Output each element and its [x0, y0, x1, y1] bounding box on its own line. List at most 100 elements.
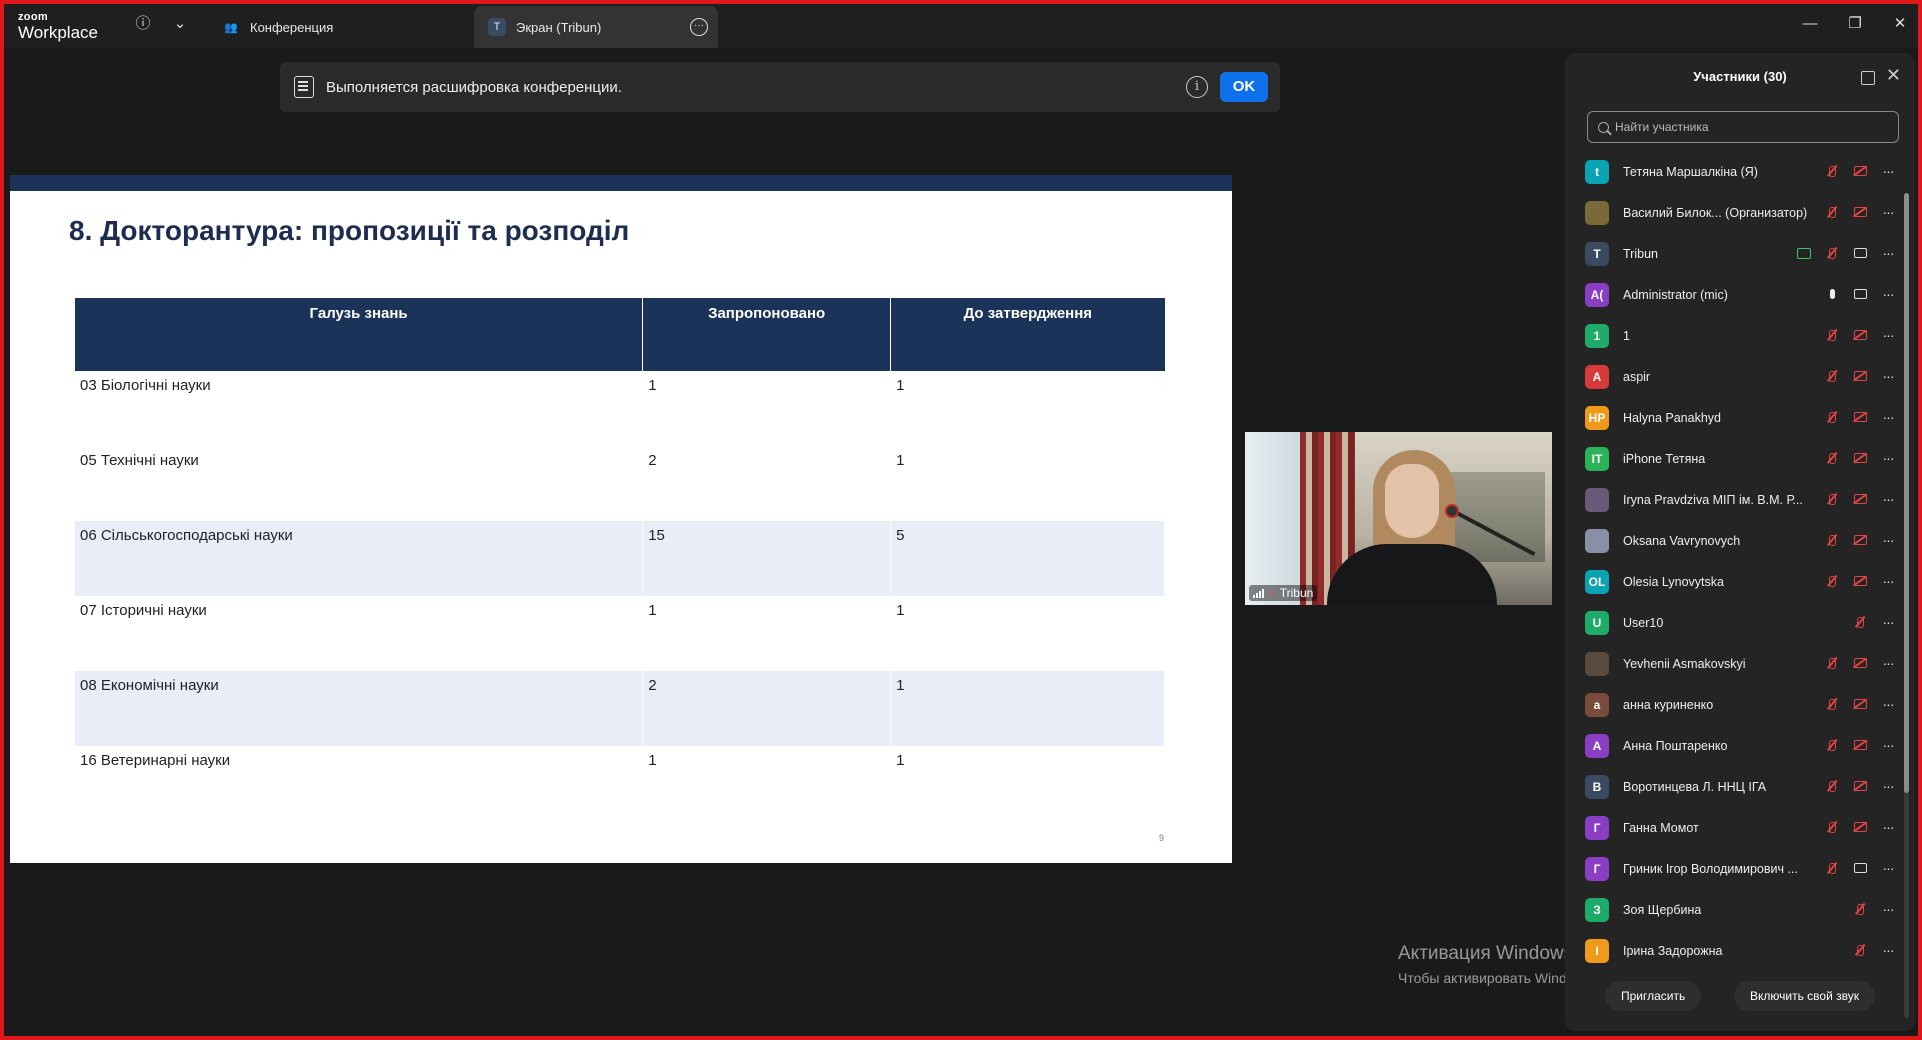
participant-status-icons: ··· [1795, 368, 1897, 384]
mic-muted-icon [1823, 204, 1841, 220]
participant-row[interactable]: І Ірина Задорожна ··· [1565, 930, 1903, 971]
participant-row[interactable]: U User10 ··· [1565, 602, 1903, 643]
participant-name: 1 [1623, 328, 1630, 343]
avatar: a [1585, 692, 1609, 717]
more-icon[interactable]: ··· [1879, 901, 1897, 917]
avatar: 1 [1585, 323, 1609, 348]
participant-status-icons: ··· [1795, 532, 1897, 548]
participant-row[interactable]: a анна куриненко ··· [1565, 684, 1903, 725]
more-icon[interactable]: ··· [1879, 778, 1897, 794]
more-icon[interactable]: ··· [1879, 942, 1897, 958]
participant-row[interactable]: 1 1 ··· [1565, 315, 1903, 356]
chevron-down-icon[interactable]: ⌄ [170, 14, 190, 34]
participant-name: aspir [1623, 369, 1651, 384]
table-cell: 07 Історичні науки [75, 596, 644, 671]
mic-muted-icon [1823, 409, 1841, 425]
video-off-icon [1851, 737, 1869, 753]
more-icon[interactable]: ··· [1879, 655, 1897, 671]
slide-title: 8. Докторантура: пропозиції та розподіл [69, 215, 630, 246]
more-icon[interactable]: ··· [1879, 819, 1897, 835]
video-tile[interactable]: ⚡ Tribun [1245, 432, 1552, 605]
video-off-icon [1851, 573, 1869, 589]
participant-row[interactable]: Г Гриник Ігор Володимирович ... ··· [1565, 848, 1903, 889]
video-off-icon [1851, 327, 1869, 343]
tab-screen[interactable]: T Экран (Tribun) ··· [474, 6, 718, 48]
more-icon[interactable]: ··· [1879, 696, 1897, 712]
participant-row[interactable]: З Зоя Щербина ··· [1565, 889, 1903, 930]
more-icon[interactable]: ··· [1879, 860, 1897, 876]
participant-name: Ганна Момот [1623, 820, 1699, 835]
avatar [1585, 487, 1609, 512]
unmute-button[interactable]: Включить свой звук [1734, 981, 1875, 1011]
participant-name: Гриник Ігор Володимирович ... [1623, 861, 1798, 876]
restore-button[interactable]: ❐ [1843, 12, 1867, 36]
video-off-icon [1851, 778, 1869, 794]
avatar: T [1585, 241, 1609, 266]
scrollbar-thumb[interactable] [1904, 193, 1909, 793]
participant-name: User10 [1623, 615, 1664, 630]
avatar: Г [1585, 856, 1609, 881]
participant-row[interactable]: В Воротинцева Л. ННЦ ІГА ··· [1565, 766, 1903, 807]
mic-muted-icon [1823, 491, 1841, 507]
more-icon[interactable]: ··· [1879, 450, 1897, 466]
info-icon[interactable]: ⓘ [133, 14, 153, 34]
close-panel-icon[interactable]: ✕ [1886, 65, 1901, 86]
participant-name: Iryna Pravdziva МІП ім. В.М. Р... [1623, 492, 1803, 507]
more-icon[interactable]: ··· [1879, 204, 1897, 220]
mic-muted-icon [1823, 696, 1841, 712]
ok-button[interactable]: OK [1220, 72, 1268, 102]
participant-row[interactable]: HP Halyna Panakhyd ··· [1565, 397, 1903, 438]
more-icon[interactable]: ··· [1879, 409, 1897, 425]
banner-info-icon[interactable]: i [1186, 76, 1208, 98]
search-input[interactable] [1615, 120, 1875, 134]
participant-row[interactable]: IT iPhone Тетяна ··· [1565, 438, 1903, 479]
app-logo: zoom Workplace [18, 12, 98, 42]
video-off-icon [1851, 368, 1869, 384]
participant-row[interactable]: Василий Билок... (Организатор) ··· [1565, 192, 1903, 233]
more-icon[interactable]: ··· [1879, 163, 1897, 179]
more-icon[interactable]: ··· [1879, 368, 1897, 384]
scrollbar[interactable] [1904, 193, 1909, 1018]
participant-row[interactable]: A(Administrator (mic) ··· [1565, 274, 1903, 315]
popout-icon[interactable] [1861, 71, 1875, 85]
table-cell: 1 [890, 596, 1165, 671]
more-icon[interactable]: ··· [1879, 286, 1897, 302]
participant-name: Анна Поштаренко [1623, 738, 1728, 753]
participant-row[interactable]: Oksana Vavrynovych ··· [1565, 520, 1903, 561]
more-icon[interactable]: ··· [1879, 614, 1897, 630]
participant-search[interactable] [1587, 111, 1899, 143]
participant-row[interactable]: OL Olesia Lynovytska ··· [1565, 561, 1903, 602]
table-cell: 08 Економічні науки [75, 671, 644, 746]
avatar [1585, 200, 1609, 225]
participant-status-icons: ··· [1795, 450, 1897, 466]
screen-badge-icon: T [488, 18, 506, 36]
more-icon[interactable]: ··· [1879, 737, 1897, 753]
participant-row[interactable]: Yevhenii Asmakovskyi ··· [1565, 643, 1903, 684]
logo-brand-large: Workplace [18, 23, 98, 42]
signal-bars-icon [1253, 588, 1264, 598]
table-cell: 2 [642, 671, 892, 746]
participant-name: анна куриненко [1623, 697, 1714, 712]
participant-row[interactable]: А Анна Поштаренко ··· [1565, 725, 1903, 766]
tab-conference[interactable]: 👥 Конференция [208, 6, 468, 48]
participant-row[interactable]: t Тетяна Маршалкіна (Я) ··· [1565, 151, 1903, 192]
minimize-button[interactable]: — [1798, 12, 1822, 36]
table-row: 16 Ветеринарні науки 1 1 [75, 746, 1165, 821]
participant-row[interactable]: T Tribun ··· [1565, 233, 1903, 274]
participant-row[interactable]: Iryna Pravdziva МІП ім. В.М. Р... ··· [1565, 479, 1903, 520]
participant-status-icons: ··· [1795, 204, 1897, 220]
close-button[interactable]: ✕ [1888, 12, 1912, 36]
mic-muted-icon [1823, 573, 1841, 589]
more-icon[interactable]: ··· [1879, 245, 1897, 261]
participant-row[interactable]: Aaspir ··· [1565, 356, 1903, 397]
more-icon[interactable]: ··· [1879, 532, 1897, 548]
participant-row[interactable]: Г Ганна Момот ··· [1565, 807, 1903, 848]
more-icon[interactable]: ··· [1879, 491, 1897, 507]
invite-button[interactable]: Пригласить [1605, 981, 1702, 1011]
more-icon[interactable]: ··· [1879, 327, 1897, 343]
more-icon[interactable]: ··· [1879, 573, 1897, 589]
mic-muted-icon [1823, 860, 1841, 876]
tab-screen-label: Экран (Tribun) [516, 19, 602, 35]
activation-watermark-title: Активация Windows [1398, 943, 1574, 964]
more-options-icon[interactable]: ··· [690, 18, 708, 36]
